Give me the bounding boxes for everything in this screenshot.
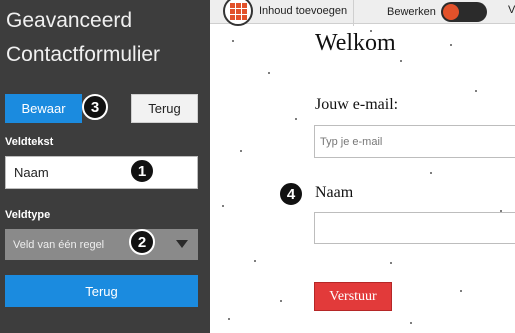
veldtype-select[interactable]: Veld van één regel (5, 229, 198, 260)
speck (400, 60, 402, 62)
edit-label: Bewerken (387, 6, 436, 18)
speck (268, 72, 270, 74)
callout-badge-3: 3 (82, 94, 108, 120)
email-label: Jouw e-mail: (315, 96, 399, 113)
panel-title-line2: Contactformulier (6, 43, 161, 66)
edit-control[interactable]: Bewerken (387, 0, 487, 24)
edit-toggle[interactable] (440, 2, 487, 22)
toolbar-more-label[interactable]: V (508, 4, 515, 16)
speck (232, 40, 234, 42)
email-field[interactable]: Typ je e-mail (314, 125, 515, 158)
editor-toolbar: Inhoud toevoegen Bewerken V (210, 0, 515, 26)
callout-badge-2: 2 (129, 229, 155, 255)
speck (390, 262, 392, 264)
form-heading: Welkom (315, 30, 396, 56)
veldtekst-input[interactable]: Naam (5, 156, 198, 189)
speck (240, 150, 242, 152)
veldtype-value: Veld van één regel (13, 238, 105, 251)
panel-title: Geavanceerd Contactformulier (6, 4, 206, 72)
email-placeholder: Typ je e-mail (320, 135, 383, 148)
toggle-knob (442, 4, 459, 20)
back-button-bottom[interactable]: Terug (5, 275, 198, 307)
chevron-down-icon (176, 240, 188, 248)
panel-title-line1: Geavanceerd (6, 9, 133, 32)
submit-button[interactable]: Verstuur (314, 282, 392, 311)
speck (222, 205, 224, 207)
speck (430, 172, 432, 174)
save-button[interactable]: Bewaar (5, 94, 82, 123)
speck (450, 44, 452, 46)
naam-field[interactable] (314, 212, 515, 244)
speck (228, 318, 230, 320)
speck (254, 260, 256, 262)
grid-icon (223, 0, 253, 26)
speck (280, 300, 282, 302)
speck (410, 322, 412, 324)
editor-panel: Geavanceerd Contactformulier Bewaar Teru… (0, 0, 210, 333)
add-content-button[interactable]: Inhoud toevoegen (223, 0, 355, 26)
naam-label: Naam (315, 184, 354, 201)
speck (295, 118, 297, 120)
back-button-top[interactable]: Terug (131, 94, 198, 123)
callout-badge-4: 4 (278, 181, 304, 207)
callout-badge-1: 1 (129, 158, 155, 184)
veldtekst-label: Veldtekst (5, 136, 54, 148)
speck (460, 290, 462, 292)
speck (475, 90, 477, 92)
add-content-label: Inhoud toevoegen (259, 5, 348, 17)
veldtype-label: Veldtype (5, 209, 51, 221)
veldtekst-value: Naam (14, 165, 49, 180)
